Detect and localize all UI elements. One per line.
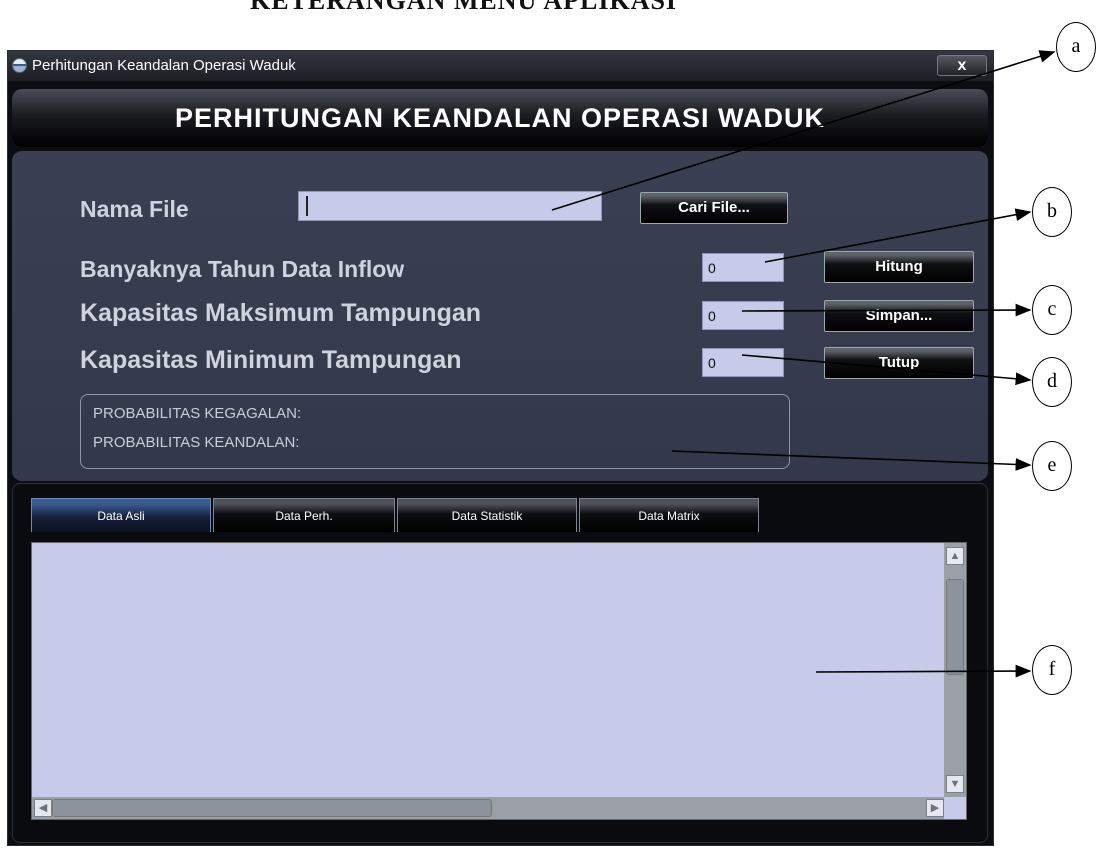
callout-arrow-a: [551, 50, 1056, 211]
callout-e: e: [1032, 441, 1072, 491]
callout-b: b: [1032, 187, 1072, 237]
callout-arrow-e: [671, 450, 1032, 471]
callout-arrow-c: [741, 303, 1032, 317]
callout-arrow-b: [764, 208, 1032, 263]
callout-f: f: [1032, 645, 1072, 695]
callout-arrows: [551, 50, 1056, 678]
callout-a: a: [1056, 22, 1096, 72]
callout-arrow-d: [741, 354, 1032, 386]
callout-arrow-f: [815, 664, 1032, 678]
callout-d: d: [1032, 357, 1072, 407]
callout-c: c: [1032, 285, 1072, 335]
